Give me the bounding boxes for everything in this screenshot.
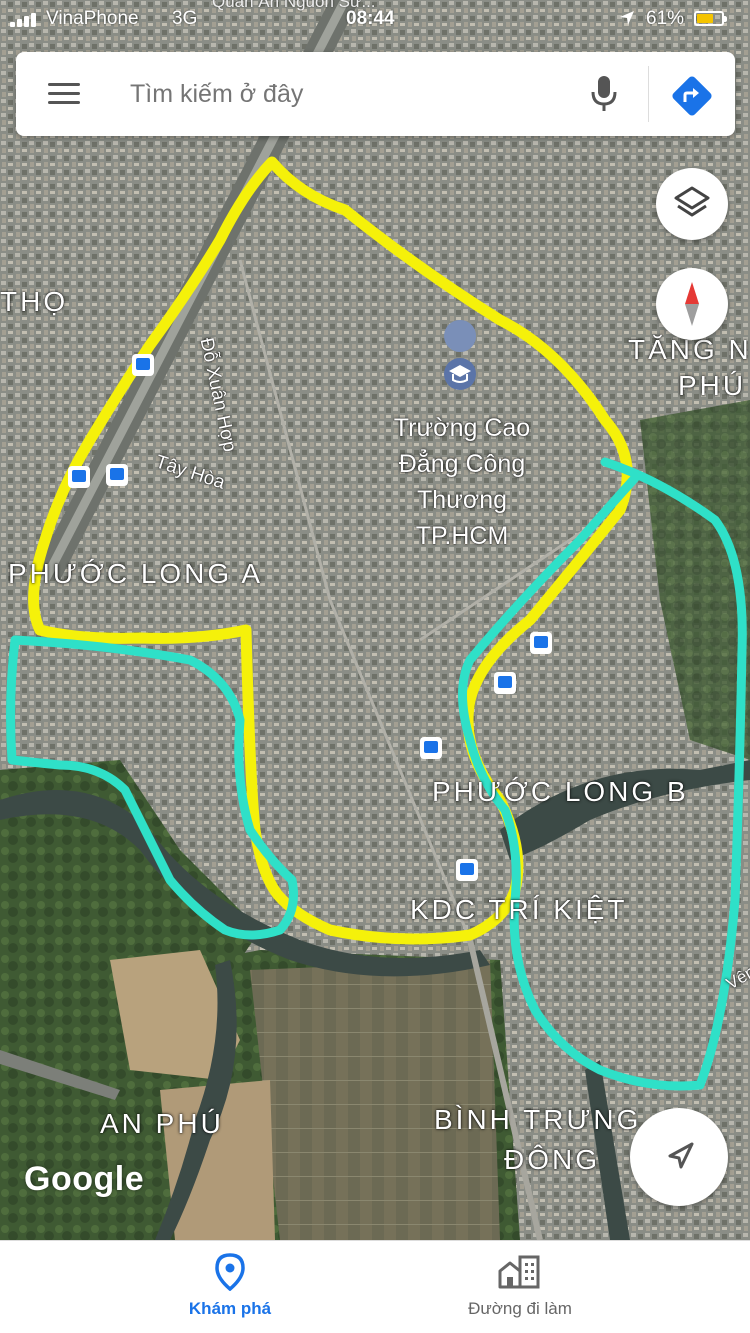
poi-label-line: TP.HCM bbox=[415, 522, 509, 550]
hamburger-menu-icon[interactable] bbox=[46, 78, 82, 110]
tab-explore-label: Khám phá bbox=[188, 1299, 272, 1318]
search-input[interactable] bbox=[130, 76, 570, 112]
network-label: 3G bbox=[172, 8, 198, 29]
signal-icon bbox=[10, 11, 40, 27]
search-divider bbox=[648, 66, 649, 122]
my-location-button[interactable] bbox=[630, 1108, 728, 1206]
area-label: AN PHÚ bbox=[100, 1108, 224, 1139]
area-label: KDC TRÍ KIỆT bbox=[410, 894, 628, 925]
area-label: PHƯỚC LONG A bbox=[8, 558, 264, 589]
location-pin-icon bbox=[215, 1253, 245, 1291]
bus-stop-icon bbox=[132, 354, 154, 376]
compass-button[interactable] bbox=[656, 268, 728, 340]
map-view[interactable]: THỌ TĂNG N PHÚ PHƯỚC LONG A PHƯỚC LONG B… bbox=[0, 0, 750, 1240]
area-label: PHÚ bbox=[678, 370, 747, 401]
bus-stop-icon bbox=[456, 859, 478, 881]
commute-buildings-icon bbox=[498, 1255, 540, 1289]
status-bar: VinaPhone 3G Quán Ăn Nguồn Sư... 08:44 6… bbox=[0, 0, 750, 36]
bus-stop-icon bbox=[530, 632, 552, 654]
microphone-icon[interactable] bbox=[588, 74, 620, 114]
search-bar bbox=[16, 52, 735, 136]
satellite-imagery bbox=[0, 0, 750, 1240]
battery-icon bbox=[694, 11, 727, 26]
poi-label-college[interactable]: Trường Cao Đẳng Công Thương TP.HCM bbox=[372, 410, 552, 554]
poi-label-line: Đẳng Công bbox=[398, 450, 526, 478]
navigation-arrow-icon bbox=[668, 1142, 694, 1169]
layers-icon bbox=[674, 186, 710, 217]
poi-label-line: Thương bbox=[416, 486, 508, 514]
area-label: PHƯỚC LONG B bbox=[432, 776, 689, 807]
tab-commute[interactable]: Đường đi làm bbox=[400, 1241, 640, 1333]
bus-stop-icon bbox=[420, 737, 442, 759]
tab-explore[interactable]: Khám phá bbox=[110, 1241, 350, 1333]
bottom-navigation: Khám phá Đường đi làm bbox=[0, 1240, 750, 1333]
bus-stop-icon bbox=[106, 464, 128, 486]
layers-button[interactable] bbox=[656, 168, 728, 240]
google-logo: Google bbox=[24, 1160, 145, 1198]
area-label: ĐÔNG bbox=[504, 1144, 600, 1175]
poi-label-line: Trường Cao bbox=[393, 414, 531, 442]
battery-percent: 61% bbox=[646, 8, 685, 29]
area-label: BÌNH TRƯNG bbox=[434, 1104, 642, 1135]
bus-stop-icon bbox=[68, 466, 90, 488]
carrier-label: VinaPhone bbox=[46, 8, 139, 29]
area-label: THỌ bbox=[0, 286, 69, 317]
tab-commute-label: Đường đi làm bbox=[468, 1299, 572, 1318]
compass-icon bbox=[685, 282, 699, 326]
directions-icon[interactable] bbox=[670, 74, 714, 118]
clock: 08:44 bbox=[346, 8, 395, 29]
location-arrow-icon bbox=[620, 11, 634, 25]
bus-stop-icon bbox=[494, 672, 516, 694]
